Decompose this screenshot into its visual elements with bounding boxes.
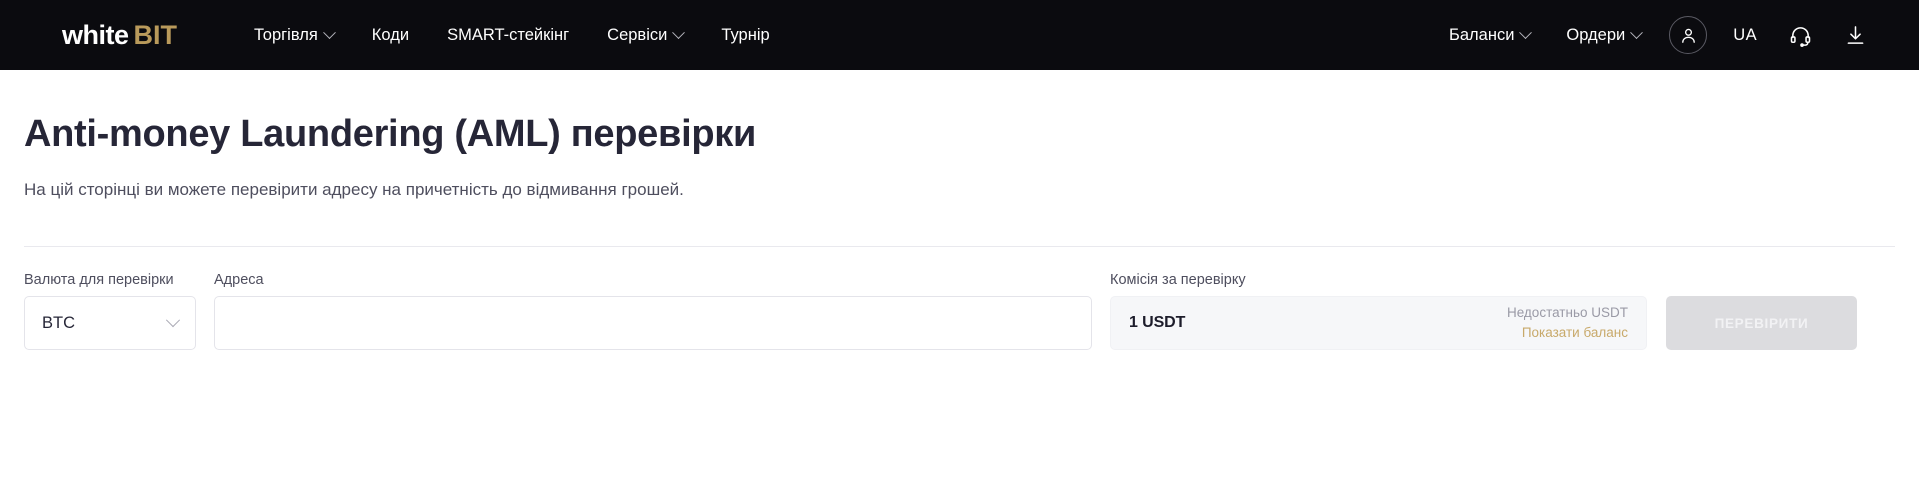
aml-check-form: Валюта для перевірки BTC Адреса Комісія … (24, 247, 1895, 351)
nav-item-label: Баланси (1449, 25, 1515, 44)
fee-amount: 1 USDT (1129, 314, 1186, 332)
currency-select[interactable]: BTC (24, 296, 196, 351)
insufficient-balance-text: Недостатньо USDT (1506, 305, 1628, 321)
top-navigation-bar: white BIT Торгівля Коди SMART-стейкінг Се… (0, 0, 1919, 70)
fee-display-box: 1 USDT Недостатньо USDT Показати баланс (1110, 296, 1647, 351)
show-balance-link[interactable]: Показати баланс (1522, 325, 1628, 341)
whitebit-logo[interactable]: white BIT (62, 19, 178, 50)
page-content: Anti-money Laundering (AML) перевірки На… (0, 70, 1919, 351)
address-input[interactable] (214, 296, 1092, 351)
chevron-down-icon (1630, 25, 1644, 39)
nav-item-orders[interactable]: Ордери (1548, 21, 1659, 50)
fee-status-group: Недостатньо USDT Показати баланс (1507, 305, 1628, 340)
download-icon (1847, 25, 1864, 44)
nav-item-codes[interactable]: Коди (353, 21, 428, 50)
language-selector[interactable]: UA (1717, 20, 1773, 51)
currency-selected-value: BTC (42, 313, 75, 332)
nav-item-label: Торгівля (254, 25, 318, 44)
nav-item-trading[interactable]: Торгівля (235, 21, 353, 50)
nav-item-label: SMART-стейкінг (447, 25, 570, 44)
nav-item-balances[interactable]: Баланси (1431, 21, 1548, 50)
chevron-down-icon (165, 313, 181, 328)
chevron-down-icon (672, 25, 686, 39)
primary-nav: Торгівля Коди SMART-стейкінг Сервіси Тур… (235, 21, 789, 50)
logo-text-accent: BIT (133, 19, 178, 50)
address-field-group: Адреса (214, 273, 1092, 351)
nav-item-label: Сервіси (607, 25, 668, 44)
secondary-nav: Баланси Ордери UA (1431, 16, 1883, 54)
chevron-down-icon (322, 25, 336, 39)
nav-item-smart-staking[interactable]: SMART-стейкінг (428, 21, 588, 50)
check-button[interactable]: ПЕРЕВІРИТИ (1666, 296, 1857, 351)
nav-item-label: Ордери (1566, 25, 1626, 44)
fee-field-group: Комісія за перевірку 1 USDT Недостатньо … (1110, 273, 1647, 351)
download-app-button[interactable] (1828, 24, 1883, 47)
address-label: Адреса (214, 271, 264, 288)
account-button[interactable] (1669, 16, 1708, 54)
page-subtitle: На цій сторінці ви можете перевірити адр… (24, 179, 684, 199)
support-button[interactable] (1773, 24, 1828, 47)
fee-label: Комісія за перевірку (1110, 271, 1246, 288)
headset-icon (1790, 26, 1811, 47)
page-title: Anti-money Laundering (AML) перевірки (24, 113, 757, 155)
nav-item-label: Турнір (721, 25, 770, 44)
nav-item-services[interactable]: Сервіси (588, 21, 702, 50)
user-icon (1681, 28, 1695, 43)
currency-field-group: Валюта для перевірки BTC (24, 273, 196, 351)
nav-item-tournament[interactable]: Турнір (702, 21, 788, 50)
chevron-down-icon (1519, 25, 1533, 39)
logo-text-white: white (62, 19, 129, 50)
nav-item-label: Коди (371, 25, 410, 44)
currency-label: Валюта для перевірки (24, 271, 174, 288)
